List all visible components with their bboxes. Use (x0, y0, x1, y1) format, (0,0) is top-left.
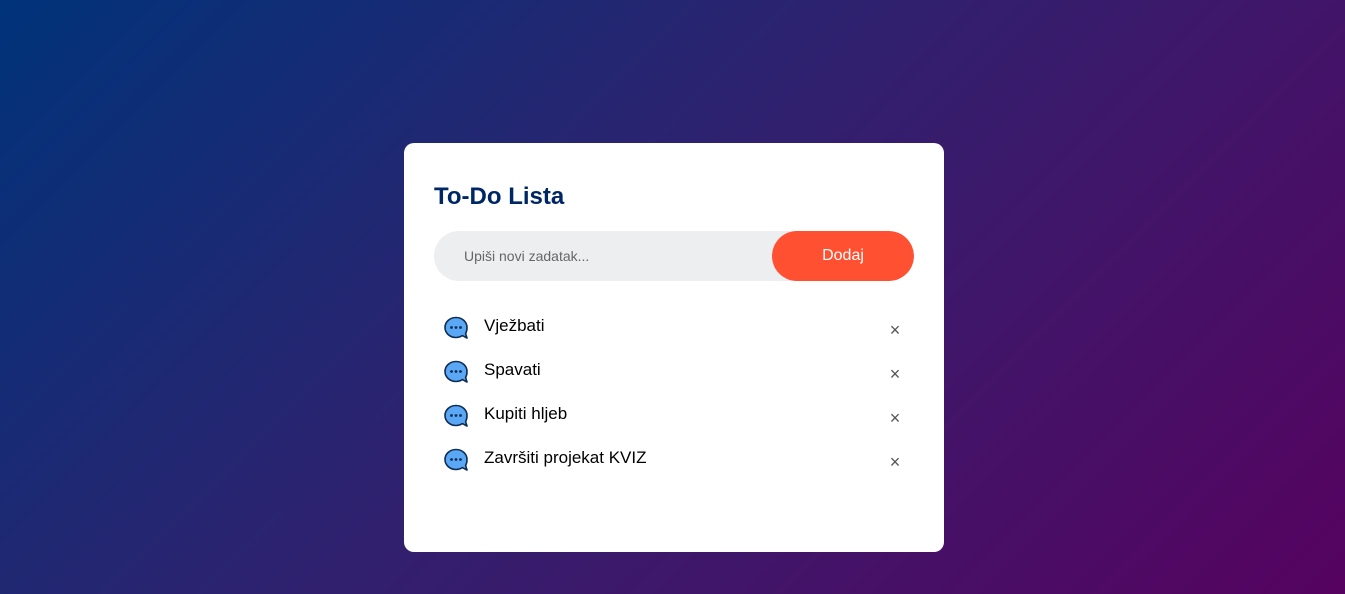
add-task-row: Dodaj (434, 231, 914, 281)
close-icon[interactable]: × (884, 407, 906, 429)
app-title: To-Do Lista (434, 183, 565, 210)
task-text: Vježbati (484, 316, 545, 335)
task-input[interactable] (434, 231, 772, 281)
task-item[interactable]: Završiti projekat KVIZ × (434, 438, 914, 482)
chat-bubble-icon (444, 404, 468, 427)
task-text: Spavati (484, 360, 541, 379)
task-text: Kupiti hljeb (484, 404, 568, 423)
close-icon[interactable]: × (884, 319, 906, 341)
task-list: Vježbati × Spavati × Kupiti hljeb × Zavr… (434, 306, 914, 482)
todo-card: To-Do Lista Dodaj Vježbati × Spavati × (404, 143, 944, 552)
chat-bubble-icon (444, 448, 468, 471)
close-icon[interactable]: × (884, 363, 906, 385)
chat-bubble-icon (444, 316, 468, 339)
task-item[interactable]: Vježbati × (434, 306, 914, 350)
task-item[interactable]: Spavati × (434, 350, 914, 394)
close-icon[interactable]: × (884, 451, 906, 473)
task-item[interactable]: Kupiti hljeb × (434, 394, 914, 438)
chat-bubble-icon (444, 360, 468, 383)
add-button[interactable]: Dodaj (772, 231, 914, 281)
task-text: Završiti projekat KVIZ (484, 448, 647, 467)
